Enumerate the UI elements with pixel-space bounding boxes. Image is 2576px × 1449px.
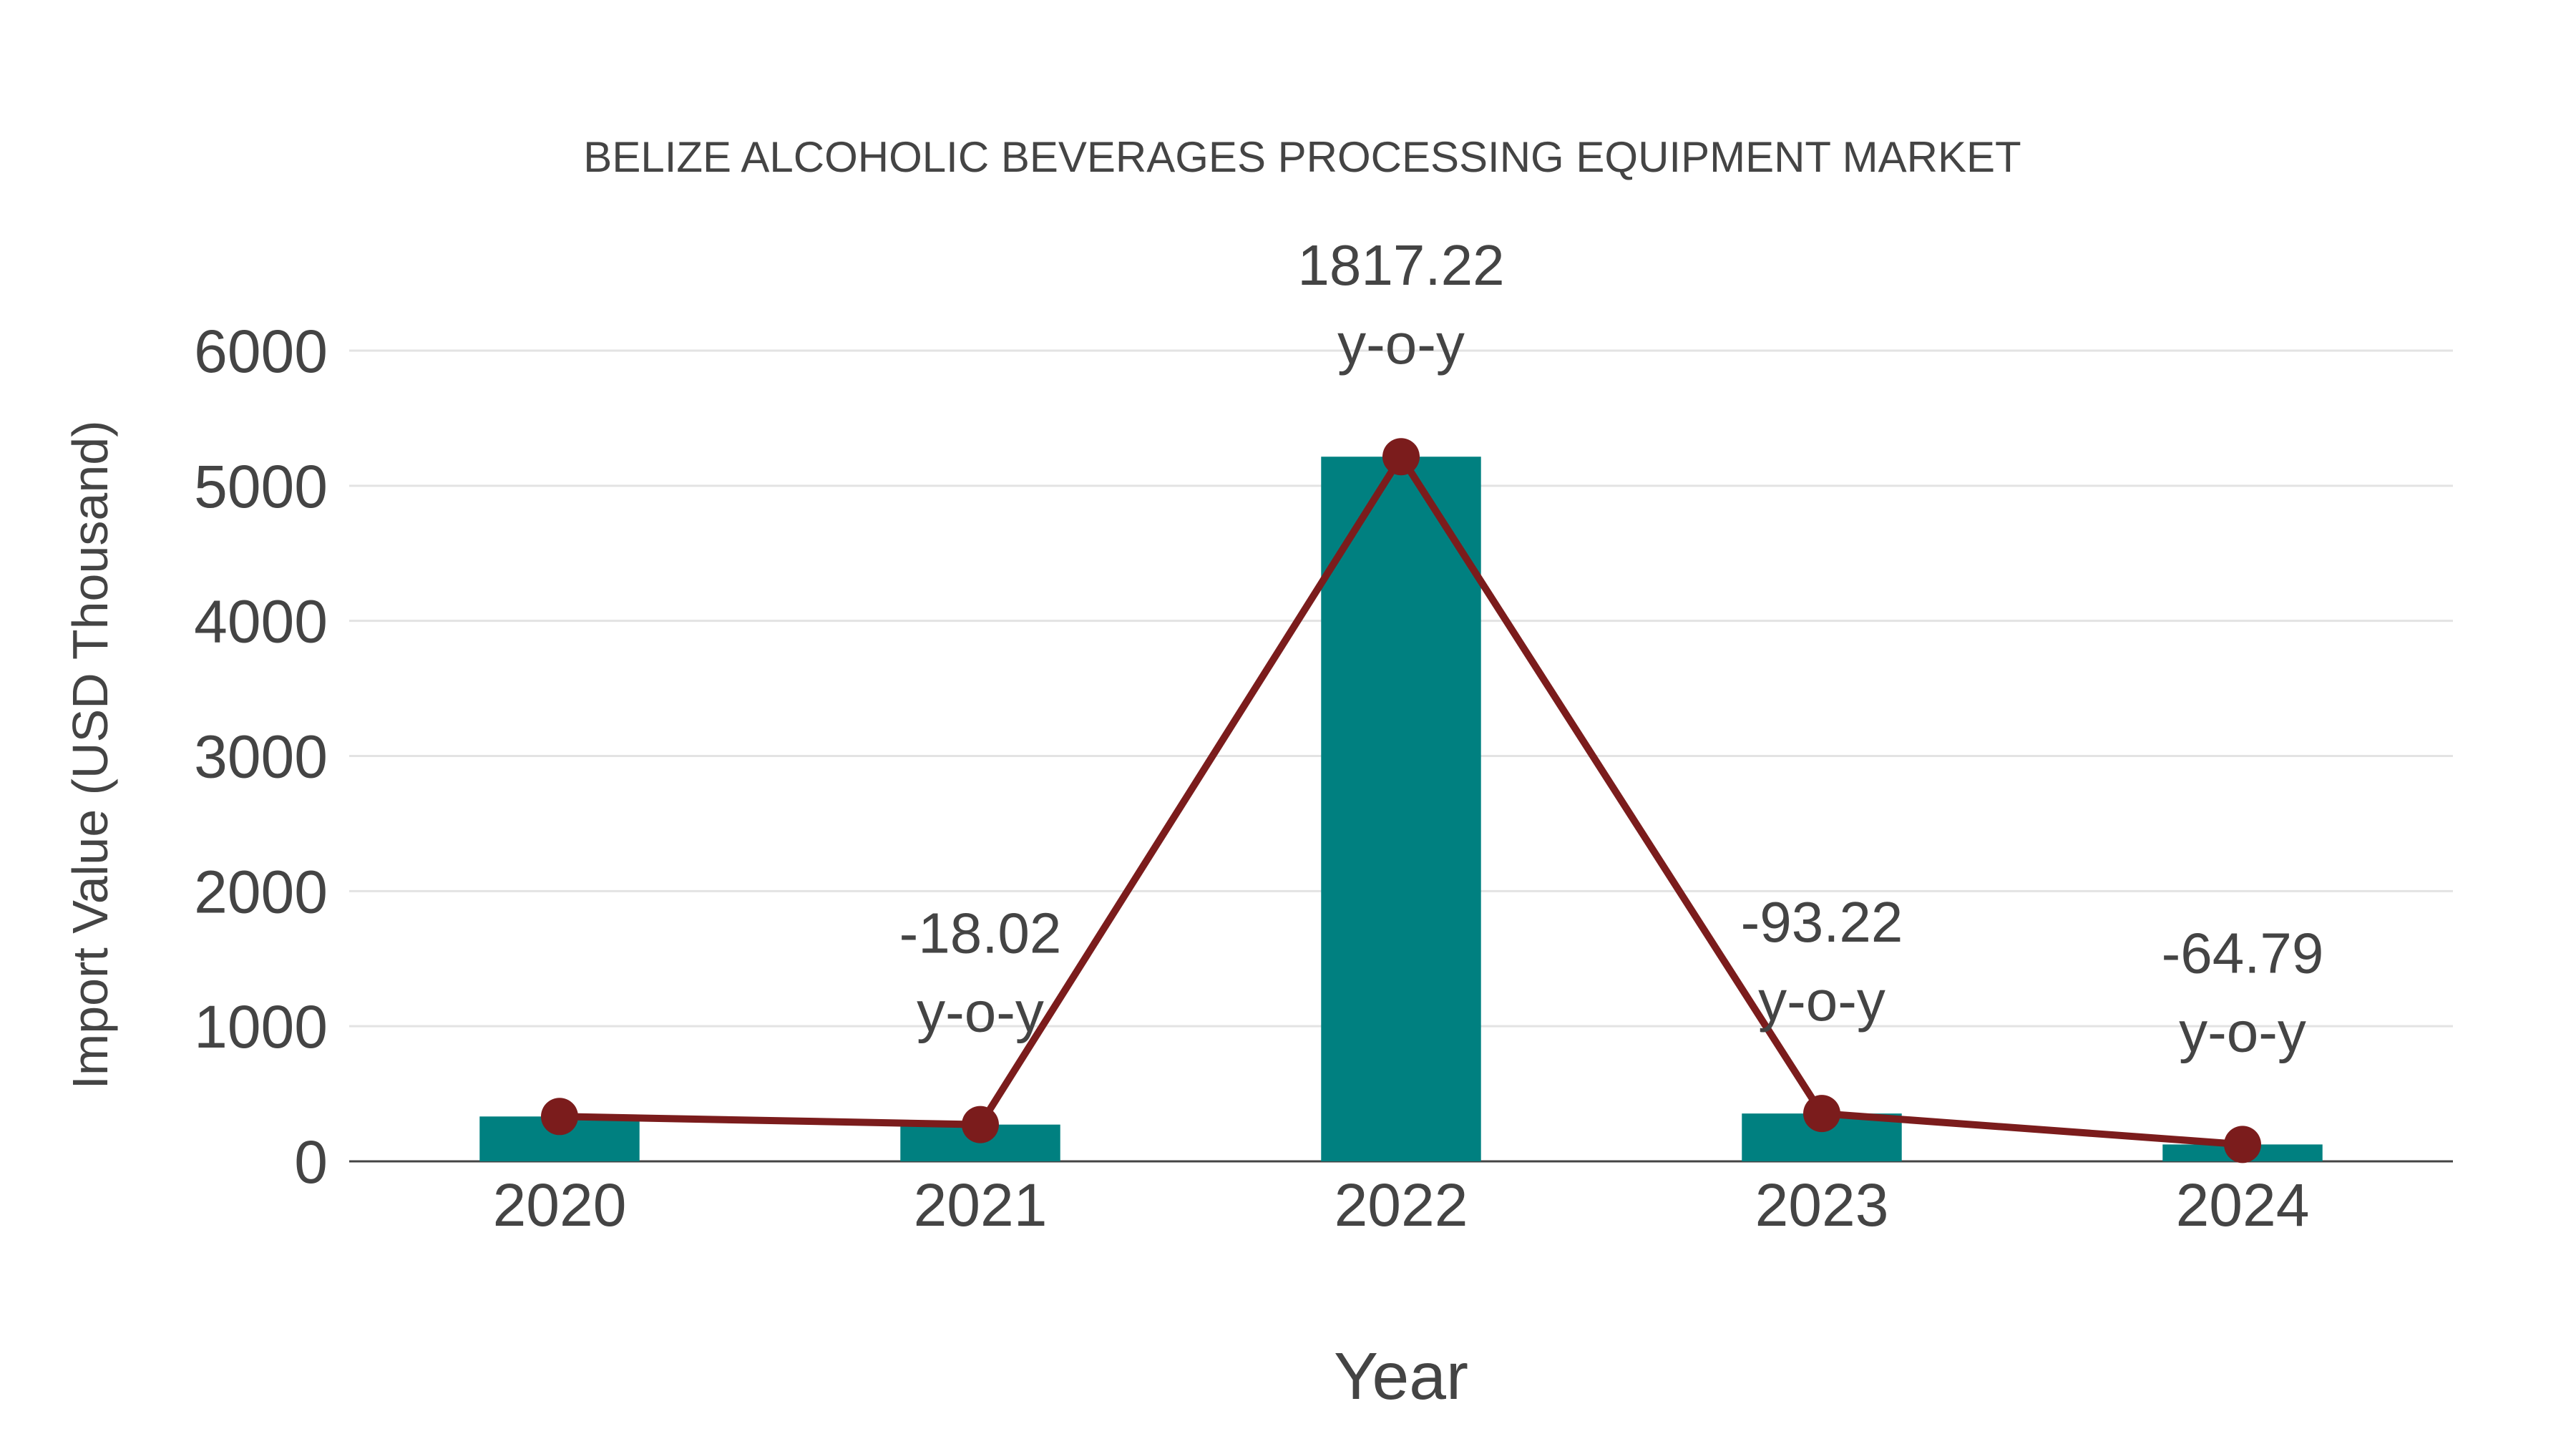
y-axis-title: Import Value (USD Thousand): [62, 420, 118, 1089]
trend-point-2023: [1803, 1095, 1840, 1133]
x-axis-title: Year: [1334, 1339, 1468, 1413]
y-tick-label: 3000: [194, 723, 328, 791]
x-tick-label: 2021: [914, 1171, 1048, 1239]
x-tick-label: 2022: [1335, 1171, 1468, 1239]
trend-point-2022: [1382, 438, 1420, 476]
chart-title: BELIZE ALCOHOLIC BEVERAGES PROCESSING EQ…: [583, 133, 2021, 181]
chart: BELIZE ALCOHOLIC BEVERAGES PROCESSING EQ…: [62, 133, 2453, 1413]
trend-point-2020: [541, 1098, 578, 1136]
y-tick-label: 5000: [194, 453, 328, 520]
y-tick-label: 2000: [194, 858, 328, 925]
yoy-suffix-label: y-o-y: [1758, 969, 1885, 1033]
y-tick-label: 6000: [194, 318, 328, 385]
yoy-value-label: 1817.22: [1297, 233, 1504, 297]
yoy-suffix-label: y-o-y: [2179, 1000, 2306, 1063]
yoy-value-label: -64.79: [2162, 921, 2324, 985]
yoy-suffix-label: y-o-y: [917, 980, 1044, 1044]
yoy-value-label: -18.02: [899, 902, 1062, 965]
yoy-suffix-label: y-o-y: [1337, 312, 1465, 376]
trend-point-2024: [2224, 1126, 2261, 1163]
y-tick-label: 1000: [194, 993, 328, 1060]
x-tick-label: 2020: [493, 1171, 627, 1239]
x-tick-label: 2024: [2176, 1171, 2310, 1239]
x-tick-label: 2023: [1755, 1171, 1889, 1239]
bar-2022: [1321, 457, 1481, 1161]
yoy-value-label: -93.22: [1741, 890, 1903, 954]
y-tick-label: 4000: [194, 588, 328, 655]
y-tick-label: 0: [294, 1128, 328, 1196]
trend-point-2021: [962, 1106, 999, 1143]
